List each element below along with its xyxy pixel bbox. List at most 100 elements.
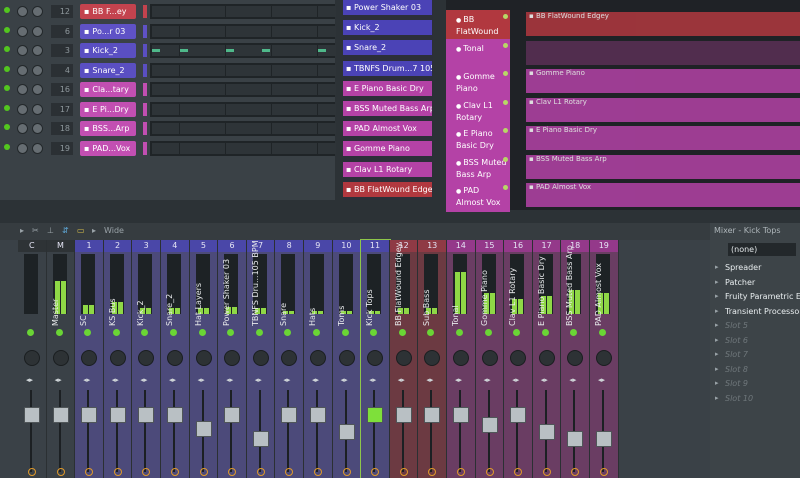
volume-knob[interactable] (32, 142, 43, 154)
channel-led[interactable] (4, 7, 10, 13)
volume-fader[interactable] (424, 407, 441, 423)
step[interactable] (271, 84, 281, 95)
route-icon[interactable] (600, 468, 608, 476)
step[interactable] (152, 103, 161, 115)
step[interactable] (188, 25, 198, 37)
stereo-separation-icon[interactable]: ◂▸ (341, 376, 348, 384)
step[interactable] (280, 6, 290, 17)
step[interactable] (280, 64, 290, 76)
stereo-separation-icon[interactable]: ◂▸ (484, 376, 491, 384)
step[interactable] (317, 103, 327, 115)
step[interactable] (234, 45, 244, 56)
step[interactable] (170, 123, 180, 134)
step[interactable] (152, 84, 161, 95)
fx-slot[interactable]: Slot 10 (725, 392, 800, 405)
stereo-separation-icon[interactable]: ◂▸ (26, 376, 33, 384)
step[interactable] (280, 84, 290, 95)
mute-icon[interactable]: ⊥ (47, 226, 54, 235)
step[interactable] (179, 103, 189, 115)
step[interactable] (188, 84, 198, 95)
step[interactable] (317, 142, 327, 154)
route-icon[interactable] (514, 468, 523, 476)
step[interactable] (198, 142, 207, 154)
step[interactable] (170, 103, 180, 115)
mixer-track-led[interactable] (341, 329, 349, 336)
pan-knob[interactable] (195, 350, 212, 366)
channel-button[interactable]: BSS...Arp (80, 121, 136, 136)
step-on[interactable] (317, 49, 326, 52)
preset-select[interactable]: (none) (728, 243, 796, 256)
stereo-separation-icon[interactable]: ◂▸ (512, 376, 519, 384)
step[interactable] (188, 142, 198, 154)
step[interactable] (170, 142, 180, 154)
channel-button[interactable]: PAD...Vox (80, 140, 136, 156)
pattern-clip[interactable]: ▪ BSS Muted Bass Arp (526, 154, 800, 179)
step[interactable] (244, 103, 253, 115)
track-header[interactable]: Clav L1 Rotary (446, 95, 510, 127)
pan-knob[interactable] (17, 103, 28, 115)
channel-mixer-track[interactable]: 18 (51, 122, 73, 135)
mixer-track-led[interactable] (84, 329, 92, 336)
stereo-separation-icon[interactable]: ◂▸ (169, 376, 176, 384)
pan-knob[interactable] (281, 350, 298, 366)
volume-fader[interactable] (224, 407, 241, 423)
step[interactable] (234, 6, 244, 17)
fx-slot[interactable]: Slot 8 (725, 363, 800, 376)
channel-mixer-track[interactable]: 12 (51, 5, 73, 18)
step[interactable] (317, 123, 327, 134)
step-sequencer[interactable] (150, 4, 336, 19)
step[interactable] (308, 6, 318, 17)
channel-led[interactable] (4, 26, 10, 33)
fx-slot[interactable]: Slot 7 (725, 348, 800, 361)
step[interactable] (216, 45, 226, 56)
step[interactable] (244, 45, 253, 56)
volume-fader[interactable] (24, 407, 40, 423)
mixer-track-led[interactable] (398, 329, 406, 336)
mixer-track-led[interactable] (599, 329, 606, 336)
fx-slot[interactable]: Transient Processor (725, 305, 800, 318)
volume-fader[interactable] (138, 407, 155, 423)
mixer-track-led[interactable] (141, 329, 149, 336)
step[interactable] (290, 45, 299, 56)
stereo-separation-icon[interactable]: ◂▸ (255, 376, 262, 384)
step[interactable] (225, 6, 235, 17)
mixer-strip[interactable]: 9 Hats ◂▸ (304, 240, 333, 478)
step[interactable] (188, 6, 198, 17)
mixer-strip[interactable]: M Master ◂▸ (46, 240, 76, 478)
mixer-track-led[interactable] (255, 329, 263, 336)
stereo-separation-icon[interactable]: ◂▸ (83, 376, 90, 384)
stereo-separation-icon[interactable]: ◂▸ (312, 376, 319, 384)
stereo-separation-icon[interactable]: ◂▸ (226, 376, 233, 384)
step[interactable] (262, 64, 272, 76)
step-sequencer[interactable] (150, 62, 336, 78)
step[interactable] (179, 123, 189, 134)
step[interactable] (225, 25, 235, 37)
volume-knob[interactable] (32, 45, 43, 56)
channel-select[interactable] (143, 24, 147, 38)
step[interactable] (326, 84, 336, 95)
step-sequencer[interactable] (150, 82, 336, 97)
step[interactable] (161, 25, 171, 37)
mixer-track-led[interactable] (170, 329, 177, 336)
mixer-strip[interactable]: 16 Clav L1 Rotary ◂▸ (504, 240, 533, 478)
step-sequencer[interactable] (150, 43, 336, 58)
slot-arrow-icon[interactable]: ▸ (715, 394, 719, 402)
slot-arrow-icon[interactable]: ▸ (715, 278, 719, 286)
volume-fader[interactable] (510, 407, 527, 423)
step[interactable] (216, 6, 226, 17)
mixer-strip[interactable]: 6 Power Shaker 03 ◂▸ (218, 240, 247, 478)
step[interactable] (170, 6, 180, 17)
step-on[interactable] (152, 49, 160, 52)
pan-knob[interactable] (252, 350, 269, 366)
pattern-clip[interactable]: ▪ PAD Almost Vox (526, 183, 800, 207)
mixer-strip[interactable]: 18 BSS Muted Bass Arp ◂▸ (561, 240, 590, 478)
route-icon[interactable] (485, 468, 494, 476)
arrow-icon[interactable]: ▸ (20, 226, 24, 235)
step[interactable] (317, 25, 327, 37)
step[interactable] (253, 123, 263, 134)
volume-fader[interactable] (52, 407, 69, 423)
channel-select[interactable] (143, 122, 147, 135)
pan-knob[interactable] (17, 25, 28, 37)
pan-knob[interactable] (538, 350, 555, 366)
mixer-track-led[interactable] (570, 329, 578, 336)
